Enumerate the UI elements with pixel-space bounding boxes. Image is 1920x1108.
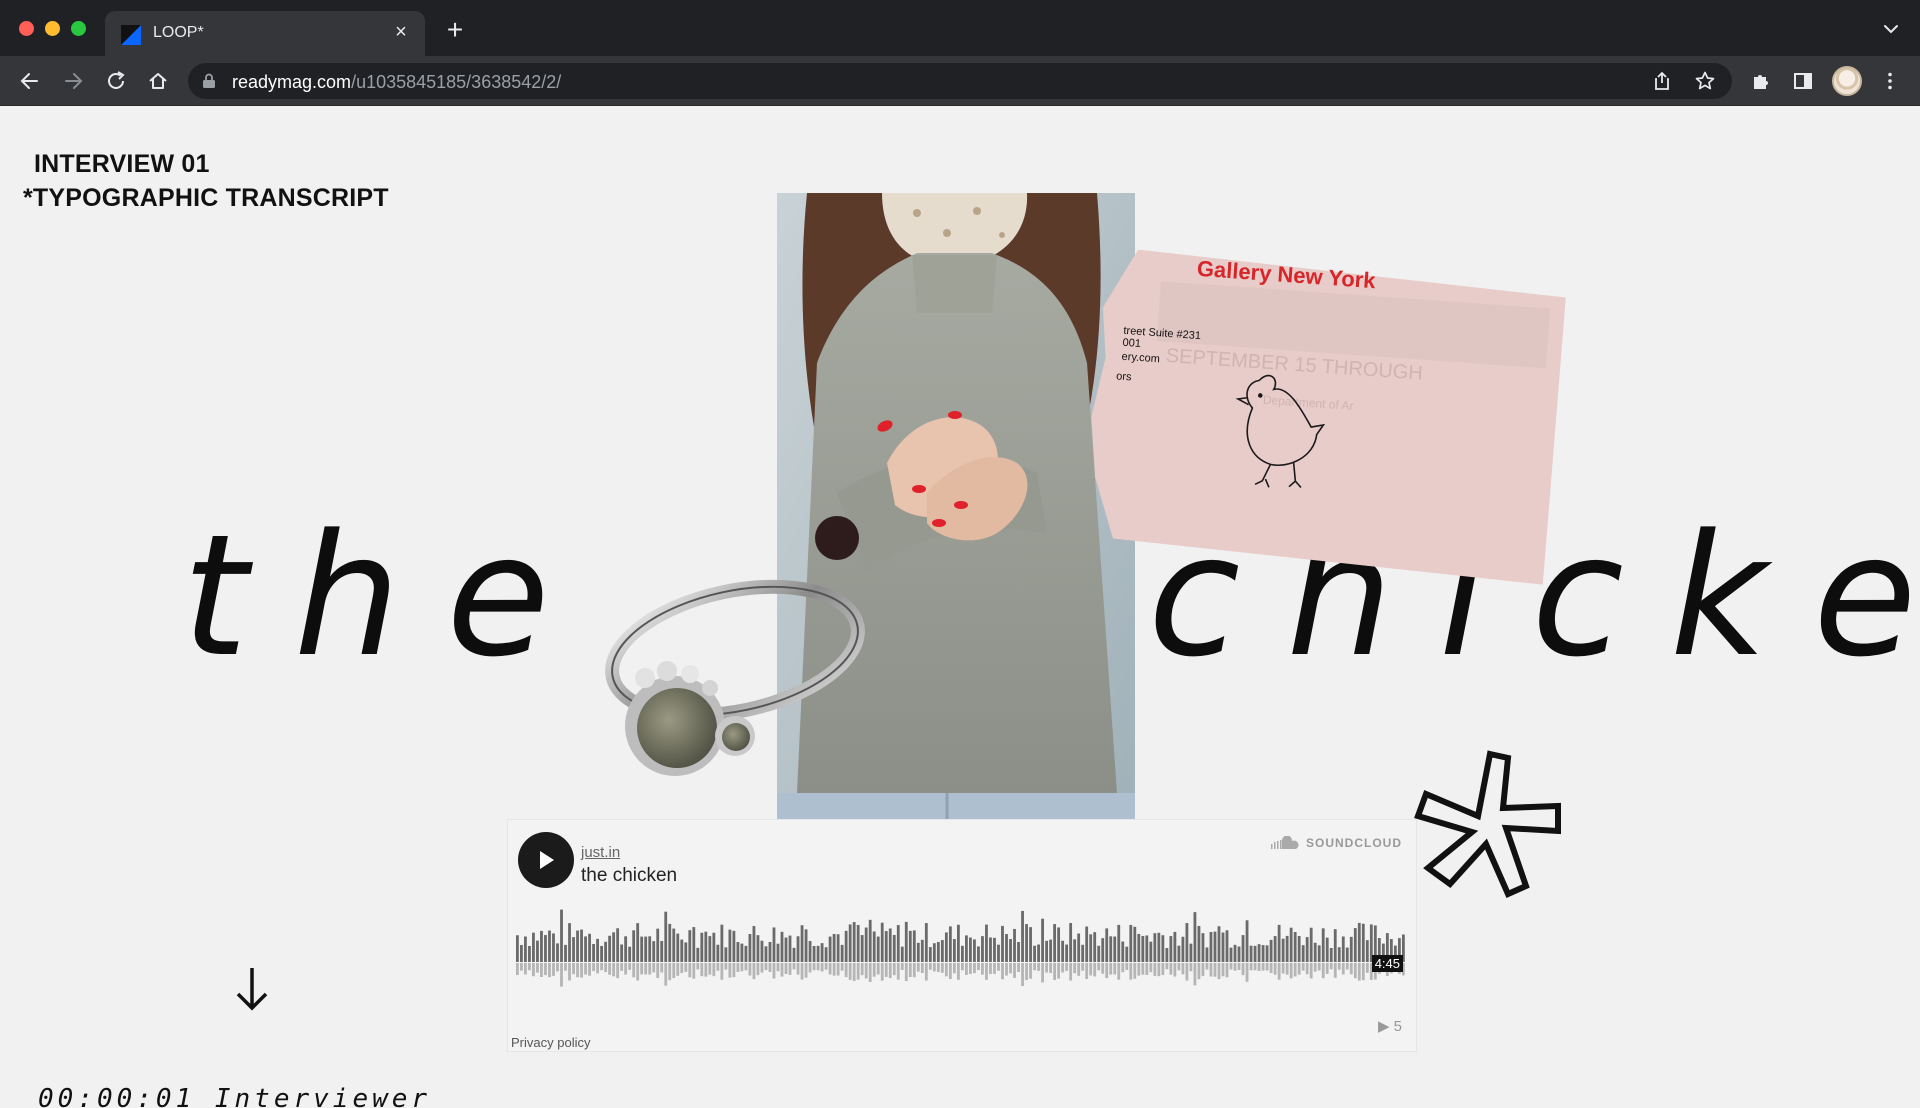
duration-label: 4:45 (1371, 955, 1403, 972)
puzzle-piece-icon (1754, 75, 1768, 89)
url-text[interactable]: readymag.com/u1035845185/3638542/2/ (232, 72, 561, 93)
reload-button[interactable] (102, 67, 130, 95)
browser-menu-button[interactable] (1876, 67, 1904, 95)
window-maximize-button[interactable] (71, 21, 86, 36)
forward-button[interactable] (59, 67, 87, 95)
share-icon[interactable] (1651, 70, 1673, 92)
lock-icon (203, 73, 215, 88)
window-minimize-button[interactable] (45, 21, 60, 36)
big-word-the: the (182, 498, 596, 694)
back-arrow-icon (20, 73, 38, 89)
address-bar[interactable]: readymag.com/u1035845185/3638542/2/ (188, 63, 1732, 99)
transcript-subheading: *TYPOGRAPHIC TRANSCRIPT (23, 184, 389, 212)
tab-search-chevron-icon[interactable] (1880, 18, 1902, 40)
home-button[interactable] (144, 67, 172, 95)
gallery-card-illustration: Gallery New York treet Suite #231 001 er… (1091, 249, 1566, 585)
silver-ring-illustration (605, 579, 865, 776)
card-web-line: ery.com (1121, 351, 1160, 366)
side-panel-button[interactable] (1789, 67, 1817, 95)
readymag-favicon-icon (121, 25, 141, 45)
bookmark-star-icon[interactable] (1694, 70, 1716, 92)
track-title[interactable]: the chicken (581, 865, 677, 887)
play-button[interactable] (518, 832, 574, 888)
soundcloud-logo[interactable]: SOUNDCLOUD (1270, 836, 1402, 850)
waveform[interactable] (516, 908, 1406, 992)
card-hours-line: ors (1116, 370, 1133, 383)
browser-toolbar: readymag.com/u1035845185/3638542/2/ (0, 56, 1920, 106)
side-panel-icon (1794, 73, 1812, 89)
privacy-policy-link[interactable]: Privacy policy (511, 1035, 590, 1050)
soundcloud-cloud-icon (1271, 836, 1299, 849)
asterisk-icon (1414, 750, 1561, 898)
soundcloud-player: just.in the chicken SOUNDCLOUD 4:45 ▶ 5 … (507, 819, 1417, 1052)
soundcloud-brand-text: SOUNDCLOUD (1306, 836, 1402, 850)
kebab-menu-icon (1888, 72, 1892, 90)
browser-tab-strip: LOOP* × + (0, 0, 1920, 56)
profile-avatar[interactable] (1832, 66, 1862, 96)
window-close-button[interactable] (19, 21, 34, 36)
reload-icon (108, 71, 125, 89)
url-path: /u1035845185/3638542/2/ (351, 72, 562, 92)
browser-tab[interactable]: LOOP* × (105, 11, 425, 56)
interview-heading: INTERVIEW 01 (34, 150, 210, 178)
play-count-value: 5 (1393, 1018, 1402, 1035)
scroll-down-arrow-icon[interactable] (228, 964, 276, 1014)
url-host: readymag.com (232, 72, 352, 92)
extensions-button[interactable] (1747, 67, 1775, 95)
back-button[interactable] (16, 67, 44, 95)
card-zip-line: 001 (1122, 337, 1141, 350)
play-icon (540, 851, 554, 869)
new-tab-button[interactable]: + (441, 16, 469, 44)
tab-title: LOOP* (153, 24, 204, 41)
gallery-card-collage: Gallery New York treet Suite #231 001 er… (1082, 247, 1567, 585)
readymag-page: INTERVIEW 01 *TYPOGRAPHIC TRANSCRIPT the… (0, 106, 1920, 1108)
transcript-timestamp: 00:00:01 Interviewer (38, 1084, 432, 1108)
artist-link[interactable]: just.in (581, 844, 620, 861)
tab-close-icon[interactable]: × (389, 20, 413, 44)
play-count: ▶ 5 (1377, 1018, 1402, 1035)
home-icon (149, 73, 167, 89)
forward-arrow-icon (65, 73, 83, 89)
